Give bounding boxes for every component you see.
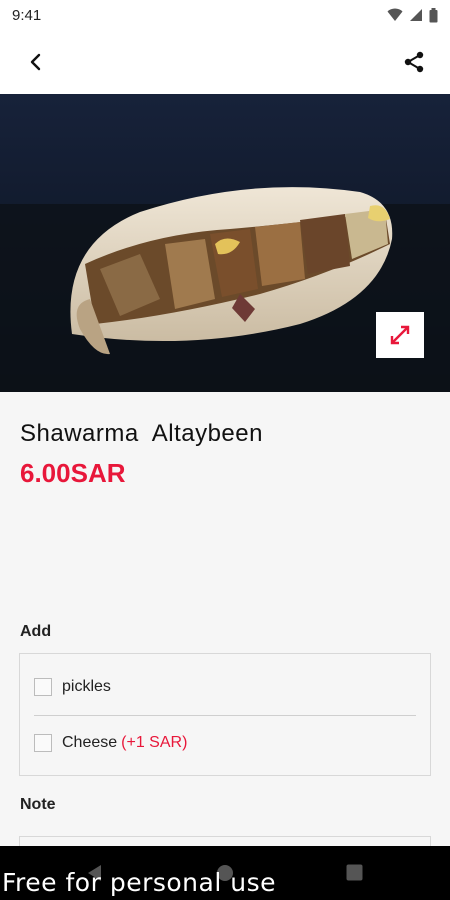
option-label: pickles — [62, 678, 111, 695]
option-extra-price: (+1 SAR) — [121, 734, 188, 751]
signal-icon — [410, 9, 422, 21]
toolbar — [0, 30, 450, 94]
back-arrow-icon — [30, 53, 41, 71]
share-button[interactable] — [398, 46, 430, 78]
status-icons — [387, 7, 438, 23]
status-time: 9:41 — [12, 6, 42, 24]
wifi-icon — [387, 8, 403, 21]
product-details: Shawarma Altaybeen 6.00SAR — [20, 420, 430, 489]
expand-image-button[interactable] — [376, 312, 424, 358]
product-image[interactable] — [0, 94, 450, 392]
nav-recents-icon[interactable] — [346, 864, 363, 881]
option-cheese[interactable]: Cheese (+1 SAR) — [34, 715, 416, 771]
watermark: Free for personal use — [2, 868, 276, 897]
battery-icon — [429, 7, 438, 22]
add-section-label: Add — [20, 623, 52, 640]
product-name: Shawarma Altaybeen — [20, 420, 263, 447]
option-pickles[interactable]: pickles — [34, 659, 416, 715]
note-section-label: Note — [20, 796, 56, 813]
cheese-checkbox[interactable] — [34, 734, 52, 752]
product-price: 6.00SAR — [20, 458, 126, 488]
share-icon — [404, 51, 424, 73]
addon-options: pickles Cheese (+1 SAR) — [19, 653, 431, 776]
status-bar: 9:41 — [0, 0, 450, 30]
pickles-checkbox[interactable] — [34, 678, 52, 696]
back-button[interactable] — [20, 46, 52, 78]
expand-icon — [390, 325, 410, 345]
option-label: Cheese — [62, 734, 118, 751]
